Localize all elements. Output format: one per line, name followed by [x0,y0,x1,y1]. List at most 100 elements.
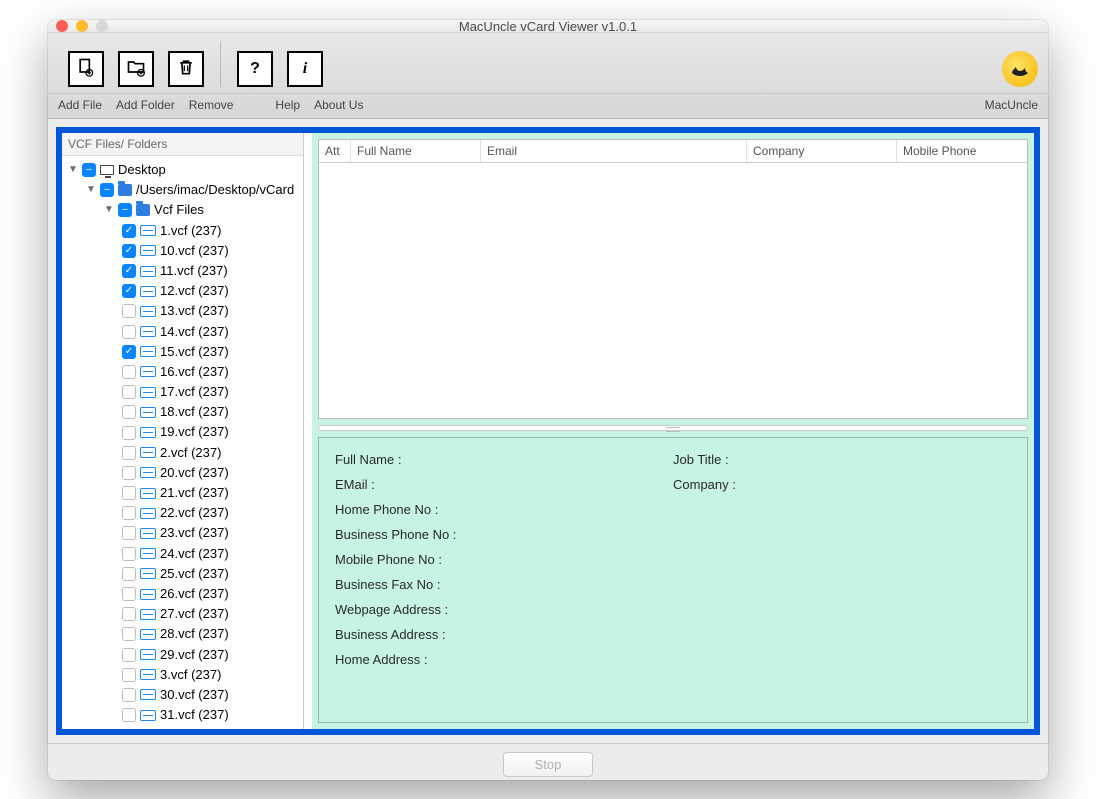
checkbox[interactable]: – [118,203,132,217]
vcard-icon [140,508,156,519]
tree-label: 19.vcf (237) [160,423,229,441]
tree-label: 18.vcf (237) [160,403,229,421]
tree-row[interactable]: 24.vcf (237) [64,544,301,564]
disclosure-triangle[interactable]: ▼ [86,183,96,197]
tree-row[interactable]: ✓12.vcf (237) [64,281,301,301]
checkbox[interactable] [122,547,136,561]
checkbox[interactable] [122,446,136,460]
tree-row[interactable]: 31.vcf (237) [64,705,301,725]
remove-button[interactable] [168,51,204,87]
about-button[interactable]: i [287,51,323,87]
tree-row[interactable]: 18.vcf (237) [64,402,301,422]
tree-row[interactable]: 3.vcf (237) [64,665,301,685]
minimize-window-button[interactable] [76,20,88,32]
tree-label: 20.vcf (237) [160,464,229,482]
checkbox[interactable]: ✓ [122,284,136,298]
checkbox[interactable] [122,648,136,662]
tree-row[interactable]: 16.vcf (237) [64,362,301,382]
tree-row[interactable]: ✓ 10.vcf (237) [64,241,301,261]
contact-details: Full Name : Job Title : EMail : Company … [318,437,1028,723]
col-fullname[interactable]: Full Name [351,140,481,162]
checkbox[interactable] [122,385,136,399]
checkbox[interactable] [122,567,136,581]
tree-row[interactable]: ✓15.vcf (237) [64,342,301,362]
tree-row[interactable]: 22.vcf (237) [64,503,301,523]
tree-row[interactable]: ▼–Vcf Files [64,200,301,220]
checkbox[interactable] [122,486,136,500]
vcard-icon [140,689,156,700]
tree-label: 31.vcf (237) [160,706,229,724]
tree-label: 22.vcf (237) [160,504,229,522]
checkbox[interactable] [122,466,136,480]
col-company[interactable]: Company [747,140,897,162]
tree-row[interactable]: 26.vcf (237) [64,584,301,604]
tree-row[interactable]: 20.vcf (237) [64,463,301,483]
tree-label: 27.vcf (237) [160,605,229,623]
file-tree-scroll[interactable]: ▼–Desktop▼–/Users/imac/Desktop/vCard▼–Vc… [62,156,303,729]
col-mobile[interactable]: Mobile Phone [897,140,1027,162]
tree-row[interactable]: 13.vcf (237) [64,301,301,321]
add-folder-button[interactable] [118,51,154,87]
folder-add-icon [126,57,146,82]
tree-label: 29.vcf (237) [160,646,229,664]
checkbox[interactable]: ✓ [122,345,136,359]
col-att[interactable]: Att [319,140,351,162]
checkbox[interactable]: – [82,163,96,177]
contacts-table[interactable]: Att Full Name Email Company Mobile Phone [318,139,1028,419]
tree-row[interactable]: 21.vcf (237) [64,483,301,503]
tree-row[interactable]: 2.vcf (237) [64,443,301,463]
checkbox[interactable]: ✓ [122,264,136,278]
checkbox[interactable] [122,587,136,601]
tree-row[interactable]: 17.vcf (237) [64,382,301,402]
detail-fullname: Full Name : [335,452,673,467]
checkbox[interactable] [122,304,136,318]
add-file-button[interactable] [68,51,104,87]
tree-label: Desktop [118,161,166,179]
vcard-icon [140,286,156,297]
checkbox[interactable] [122,688,136,702]
tree-row[interactable]: ▼– /Users/imac/Desktop/vCard [64,180,301,200]
checkbox[interactable] [122,506,136,520]
help-button[interactable]: ? [237,51,273,87]
close-window-button[interactable] [56,20,68,32]
tree-row[interactable]: 30.vcf (237) [64,685,301,705]
col-email[interactable]: Email [481,140,747,162]
checkbox[interactable] [122,708,136,722]
horizontal-splitter[interactable] [318,425,1028,431]
checkbox[interactable] [122,526,136,540]
tree-row[interactable]: 28.vcf (237) [64,624,301,644]
checkbox[interactable] [122,668,136,682]
brand-logo [1002,51,1038,87]
checkbox[interactable] [122,325,136,339]
vcard-icon [140,245,156,256]
tree-row[interactable]: 25.vcf (237) [64,564,301,584]
checkbox[interactable] [122,627,136,641]
tree-row[interactable]: ▼– Desktop [64,160,301,180]
checkbox[interactable] [122,426,136,440]
tree-row[interactable]: ✓1.vcf (237) [64,221,301,241]
content-area: VCF Files/ Folders ▼–Desktop▼–/Users/ima… [56,127,1040,735]
stop-button[interactable]: Stop [503,752,593,777]
checkbox[interactable]: ✓ [122,224,136,238]
tree-row[interactable]: 27.vcf (237) [64,604,301,624]
disclosure-triangle[interactable]: ▼ [68,163,78,177]
tree-row[interactable]: 23.vcf (237) [64,523,301,543]
tree-row[interactable]: ✓11.vcf (237) [64,261,301,281]
checkbox[interactable]: ✓ [122,244,136,258]
brand-label: MacUncle [985,98,1038,112]
vcard-icon [140,427,156,438]
tree-label: 10.vcf (237) [160,242,229,260]
checkbox[interactable] [122,405,136,419]
checkbox[interactable] [122,607,136,621]
checkbox[interactable] [122,365,136,379]
titlebar: MacUncle vCard Viewer v1.0.1 [48,20,1048,33]
tree-label: /Users/imac/Desktop/vCard [136,181,294,199]
tree-label: 16.vcf (237) [160,363,229,381]
tree-row[interactable]: 19.vcf (237) [64,422,301,442]
checkbox[interactable]: – [100,183,114,197]
vcard-icon [140,710,156,721]
tree-row[interactable]: 14.vcf (237) [64,322,301,342]
disclosure-triangle[interactable]: ▼ [104,203,114,217]
vcard-icon [140,306,156,317]
tree-row[interactable]: 29.vcf (237) [64,645,301,665]
